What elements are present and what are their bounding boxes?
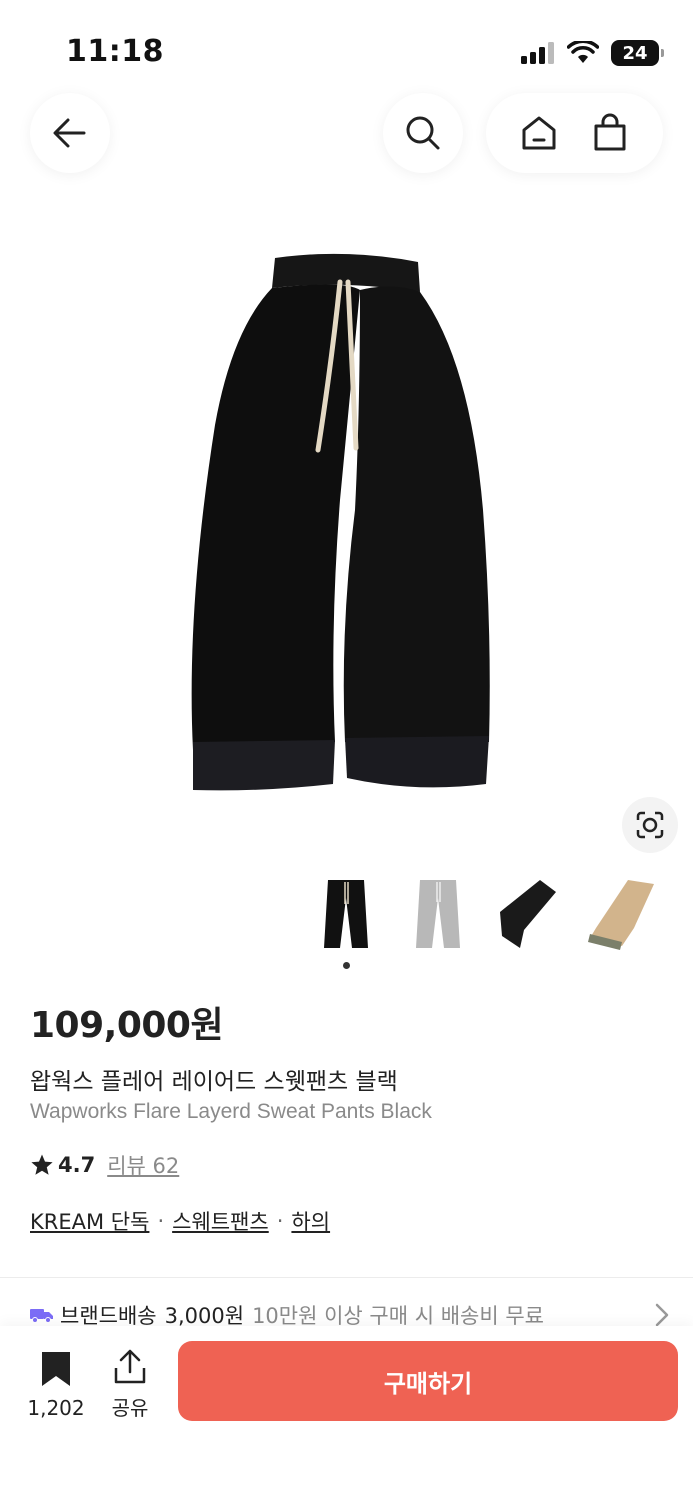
tag-exclusive[interactable]: KREAM 단독 bbox=[30, 1206, 149, 1236]
section-divider bbox=[0, 1277, 693, 1278]
home-icon[interactable] bbox=[519, 113, 559, 153]
search-button[interactable] bbox=[383, 93, 463, 173]
battery-indicator: 24 bbox=[611, 40, 664, 66]
bookmark-button[interactable]: 1,202 bbox=[26, 1350, 86, 1420]
thumbnail-black-flat[interactable] bbox=[490, 872, 570, 956]
bookmark-icon bbox=[42, 1352, 70, 1386]
bottom-action-bar: 1,202 공유 구매하기 bbox=[0, 1326, 693, 1500]
status-bar: 11:18 24 bbox=[0, 0, 693, 100]
product-price: 109,000원 bbox=[30, 1005, 224, 1046]
tag-separator: · bbox=[157, 1209, 165, 1233]
tag-separator: · bbox=[276, 1209, 284, 1233]
color-thumbnails bbox=[0, 872, 693, 962]
image-search-button[interactable] bbox=[622, 797, 678, 853]
rating-row: 4.7 리뷰 62 bbox=[30, 1150, 179, 1180]
cellular-signal-icon bbox=[521, 42, 554, 64]
carousel-indicator bbox=[343, 962, 350, 969]
category-tags: KREAM 단독 · 스웨트팬츠 · 하의 bbox=[30, 1206, 330, 1236]
buy-button[interactable]: 구매하기 bbox=[178, 1341, 678, 1421]
rating-value: 4.7 bbox=[58, 1153, 96, 1177]
tag-parent-category[interactable]: 하의 bbox=[291, 1206, 330, 1236]
product-image[interactable] bbox=[0, 210, 693, 850]
status-time: 11:18 bbox=[66, 34, 164, 69]
bookmark-count: 1,202 bbox=[27, 1396, 85, 1420]
chevron-right-icon bbox=[655, 1303, 669, 1327]
tag-category[interactable]: 스웨트팬츠 bbox=[172, 1206, 269, 1236]
search-icon bbox=[406, 116, 440, 150]
thumbnail-beige[interactable] bbox=[582, 872, 662, 956]
pants-image bbox=[191, 253, 490, 791]
thumbnail-black[interactable] bbox=[306, 872, 386, 956]
share-icon bbox=[114, 1349, 146, 1384]
status-icons: 24 bbox=[521, 40, 664, 66]
shopping-bag-icon[interactable] bbox=[590, 113, 630, 153]
lens-icon bbox=[636, 811, 664, 839]
star-icon bbox=[31, 1154, 53, 1175]
truck-icon bbox=[30, 1309, 53, 1323]
home-cart-group bbox=[486, 93, 663, 173]
product-name-english: Wapworks Flare Layerd Sweat Pants Black bbox=[30, 1100, 432, 1123]
back-button[interactable] bbox=[30, 93, 110, 173]
arrow-left-icon bbox=[53, 118, 86, 148]
review-link[interactable]: 리뷰 62 bbox=[107, 1150, 179, 1180]
share-button[interactable]: 공유 bbox=[106, 1348, 154, 1421]
product-name-korean: 왑웍스 플레어 레이어드 스웻팬츠 블랙 bbox=[30, 1069, 398, 1095]
share-label: 공유 bbox=[111, 1396, 149, 1420]
battery-level: 24 bbox=[622, 42, 648, 64]
wifi-icon bbox=[567, 41, 599, 63]
battery-tip bbox=[661, 49, 664, 57]
thumbnail-grey[interactable] bbox=[398, 872, 478, 956]
